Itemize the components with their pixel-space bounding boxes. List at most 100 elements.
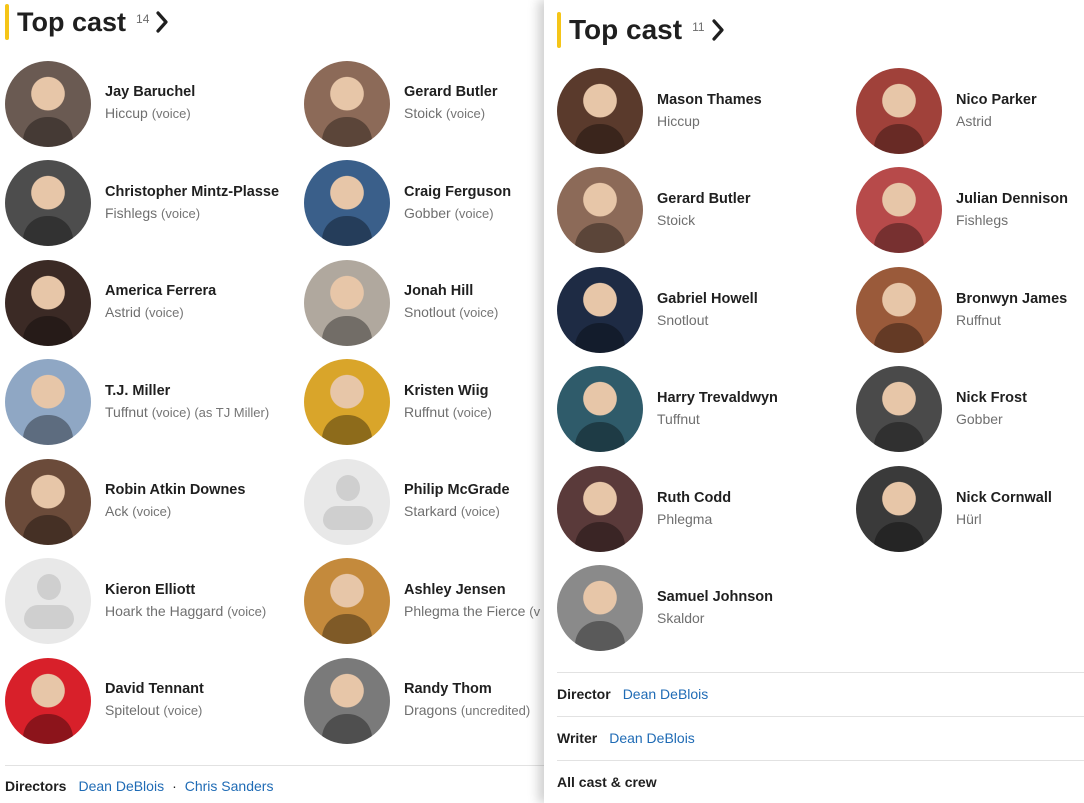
character-name[interactable]: Tuffnut (105, 404, 148, 420)
cast-item[interactable]: Ashley Jensen Phlegma the Fierce (v (304, 552, 544, 652)
cast-item[interactable]: Gerard Butler Stoick (voice) (304, 54, 544, 154)
cast-item[interactable]: Nick Cornwall Hürl (856, 459, 1084, 559)
cast-item[interactable]: Randy Thom Dragons (uncredited) (304, 651, 544, 751)
character-name[interactable]: Ruffnut (956, 312, 1001, 328)
character-name[interactable]: Fishlegs (105, 205, 157, 221)
character-name[interactable]: Hiccup (657, 113, 700, 129)
chevron-right-icon[interactable] (711, 19, 725, 41)
director-link[interactable]: Chris Sanders (185, 778, 274, 794)
actor-headshot[interactable] (5, 60, 91, 147)
all-cast-crew-link[interactable]: All cast & crew (557, 774, 657, 790)
chevron-right-icon[interactable] (155, 11, 169, 33)
actor-name[interactable]: Jay Baruchel (105, 82, 195, 102)
character-name[interactable]: Astrid (956, 113, 992, 129)
actor-headshot[interactable] (5, 259, 91, 346)
all-cast-crew-row[interactable]: All cast & crew (557, 774, 669, 790)
character-name[interactable]: Hürl (956, 511, 982, 527)
cast-item[interactable]: Nico Parker Astrid (856, 61, 1084, 161)
actor-headshot[interactable] (304, 359, 390, 446)
actor-headshot[interactable] (5, 458, 91, 545)
actor-name[interactable]: America Ferrera (105, 281, 216, 301)
character-name[interactable]: Skaldor (657, 610, 704, 626)
cast-item[interactable]: Julian Dennison Fishlegs (856, 161, 1084, 261)
cast-item[interactable]: Gabriel Howell Snotlout (557, 260, 856, 360)
section-header-top-cast[interactable]: Top cast 14 (5, 4, 169, 40)
actor-headshot[interactable] (856, 67, 942, 154)
cast-item[interactable]: Samuel Johnson Skaldor (557, 559, 856, 659)
actor-name[interactable]: Bronwyn James (956, 289, 1067, 309)
cast-item[interactable]: Philip McGrade Starkard (voice) (304, 452, 544, 552)
actor-name[interactable]: Harry Trevaldwyn (657, 388, 778, 408)
character-name[interactable]: Dragons (404, 702, 457, 718)
actor-name[interactable]: Randy Thom (404, 679, 530, 699)
character-name[interactable]: Spitelout (105, 702, 159, 718)
actor-headshot[interactable] (856, 465, 942, 552)
director-link[interactable]: Dean DeBlois (78, 778, 164, 794)
character-name[interactable]: Starkard (404, 503, 457, 519)
cast-item[interactable]: Jay Baruchel Hiccup (voice) (5, 54, 304, 154)
character-name[interactable]: Phlegma (657, 511, 712, 527)
cast-item[interactable]: Bronwyn James Ruffnut (856, 260, 1084, 360)
actor-name[interactable]: Gerard Butler (404, 82, 497, 102)
character-name[interactable]: Stoick (404, 105, 442, 121)
actor-name[interactable]: Gabriel Howell (657, 289, 758, 309)
actor-headshot[interactable] (557, 565, 643, 652)
actor-name[interactable]: Robin Atkin Downes (105, 480, 245, 500)
actor-name[interactable]: Julian Dennison (956, 189, 1068, 209)
character-name[interactable]: Hoark the Haggard (105, 603, 223, 619)
character-name[interactable]: Gobber (404, 205, 451, 221)
character-name[interactable]: Fishlegs (956, 212, 1008, 228)
cast-item[interactable]: Mason Thames Hiccup (557, 61, 856, 161)
character-name[interactable]: Snotlout (404, 304, 455, 320)
actor-name[interactable]: Kristen Wiig (404, 381, 492, 401)
cast-item[interactable]: America Ferrera Astrid (voice) (5, 253, 304, 353)
actor-headshot[interactable] (856, 266, 942, 353)
cast-item[interactable]: David Tennant Spitelout (voice) (5, 651, 304, 751)
character-name[interactable]: Ack (105, 503, 128, 519)
cast-item[interactable]: Jonah Hill Snotlout (voice) (304, 253, 544, 353)
character-name[interactable]: Astrid (105, 304, 141, 320)
actor-headshot[interactable] (856, 167, 942, 254)
director-link[interactable]: Dean DeBlois (623, 686, 709, 702)
actor-name[interactable]: Philip McGrade (404, 480, 510, 500)
character-name[interactable]: Hiccup (105, 105, 148, 121)
actor-name[interactable]: Kieron Elliott (105, 580, 266, 600)
actor-headshot[interactable] (557, 266, 643, 353)
actor-headshot[interactable] (557, 167, 643, 254)
cast-item[interactable]: Christopher Mintz-Plasse Fishlegs (voice) (5, 154, 304, 254)
cast-item[interactable]: Ruth Codd Phlegma (557, 459, 856, 559)
cast-item[interactable]: Harry Trevaldwyn Tuffnut (557, 360, 856, 460)
character-name[interactable]: Tuffnut (657, 411, 700, 427)
actor-headshot[interactable] (5, 657, 91, 744)
actor-name[interactable]: T.J. Miller (105, 381, 269, 401)
cast-item[interactable]: Gerard Butler Stoick (557, 161, 856, 261)
actor-name[interactable]: Jonah Hill (404, 281, 498, 301)
actor-headshot[interactable] (304, 558, 390, 645)
actor-name[interactable]: Christopher Mintz-Plasse (105, 182, 279, 202)
person-placeholder-icon[interactable] (5, 558, 91, 645)
cast-item[interactable]: Nick Frost Gobber (856, 360, 1084, 460)
actor-headshot[interactable] (856, 366, 942, 453)
actor-headshot[interactable] (304, 657, 390, 744)
actor-headshot[interactable] (5, 160, 91, 247)
actor-headshot[interactable] (5, 359, 91, 446)
cast-item[interactable]: Robin Atkin Downes Ack (voice) (5, 452, 304, 552)
actor-name[interactable]: Ruth Codd (657, 488, 731, 508)
character-name[interactable]: Phlegma the Fierce (404, 603, 525, 619)
actor-headshot[interactable] (557, 67, 643, 154)
person-placeholder-icon[interactable] (304, 458, 390, 545)
writer-link[interactable]: Dean DeBlois (609, 730, 695, 746)
actor-name[interactable]: Ashley Jensen (404, 580, 540, 600)
actor-name[interactable]: Nico Parker (956, 90, 1037, 110)
actor-name[interactable]: Nick Frost (956, 388, 1027, 408)
actor-name[interactable]: Samuel Johnson (657, 587, 773, 607)
actor-headshot[interactable] (304, 60, 390, 147)
actor-headshot[interactable] (557, 366, 643, 453)
section-header-top-cast[interactable]: Top cast 11 (557, 12, 725, 48)
actor-headshot[interactable] (557, 465, 643, 552)
character-name[interactable]: Ruffnut (404, 404, 449, 420)
actor-name[interactable]: Craig Ferguson (404, 182, 511, 202)
character-name[interactable]: Stoick (657, 212, 695, 228)
cast-item[interactable]: Kristen Wiig Ruffnut (voice) (304, 353, 544, 453)
character-name[interactable]: Gobber (956, 411, 1003, 427)
